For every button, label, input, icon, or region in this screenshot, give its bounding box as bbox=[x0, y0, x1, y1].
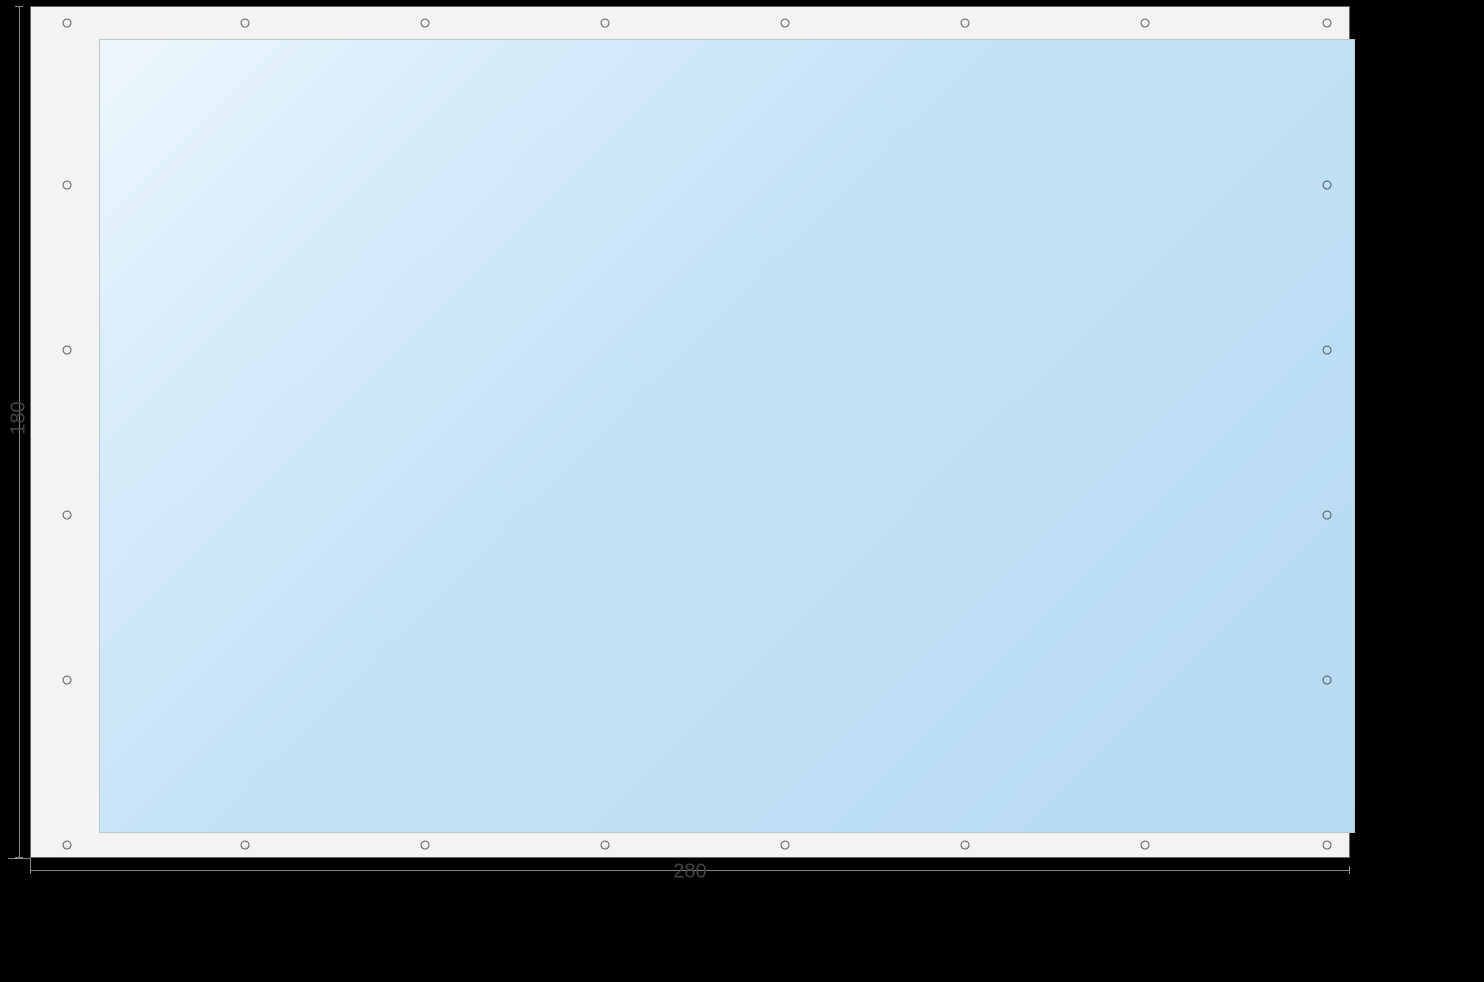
eyelet-bottom-8: ○ bbox=[1321, 835, 1333, 855]
eyelet-bottom-5: ○ bbox=[779, 835, 791, 855]
eyelet-left-4: ○ bbox=[61, 670, 73, 690]
eyelet-top-1: ○ bbox=[61, 13, 73, 33]
eyelet-top-2: ○ bbox=[239, 13, 251, 33]
eyelet-left-2: ○ bbox=[61, 340, 73, 360]
eyelet-right-3: ○ bbox=[1321, 505, 1333, 525]
eyelet-top-3: ○ bbox=[419, 13, 431, 33]
eyelet-left-1: ○ bbox=[61, 175, 73, 195]
eyelet-left-3: ○ bbox=[61, 505, 73, 525]
origin-mark bbox=[30, 858, 31, 870]
tarp-panel bbox=[99, 39, 1355, 833]
eyelet-right-4: ○ bbox=[1321, 670, 1333, 690]
eyelet-right-2: ○ bbox=[1321, 340, 1333, 360]
eyelet-top-4: ○ bbox=[599, 13, 611, 33]
dimension-width-label: 280 bbox=[673, 861, 706, 884]
eyelet-bottom-2: ○ bbox=[239, 835, 251, 855]
eyelet-bottom-4: ○ bbox=[599, 835, 611, 855]
eyelet-bottom-7: ○ bbox=[1139, 835, 1151, 855]
tarp-frame: ○ ○ ○ ○ ○ ○ ○ ○ ○ ○ ○ ○ ○ ○ ○ ○ ○ ○ ○ ○ … bbox=[30, 6, 1350, 858]
eyelet-top-6: ○ bbox=[959, 13, 971, 33]
eyelet-right-1: ○ bbox=[1321, 175, 1333, 195]
eyelet-top-8: ○ bbox=[1321, 13, 1333, 33]
eyelet-top-7: ○ bbox=[1139, 13, 1151, 33]
eyelet-bottom-3: ○ bbox=[419, 835, 431, 855]
dimension-tick bbox=[1349, 866, 1350, 874]
dimension-tick bbox=[15, 6, 23, 7]
eyelet-bottom-6: ○ bbox=[959, 835, 971, 855]
eyelet-bottom-1: ○ bbox=[61, 835, 73, 855]
origin-mark bbox=[8, 858, 30, 859]
eyelet-top-5: ○ bbox=[779, 13, 791, 33]
diagram-stage: ○ ○ ○ ○ ○ ○ ○ ○ ○ ○ ○ ○ ○ ○ ○ ○ ○ ○ ○ ○ … bbox=[0, 0, 1484, 982]
dimension-height-label: 180 bbox=[8, 401, 31, 434]
